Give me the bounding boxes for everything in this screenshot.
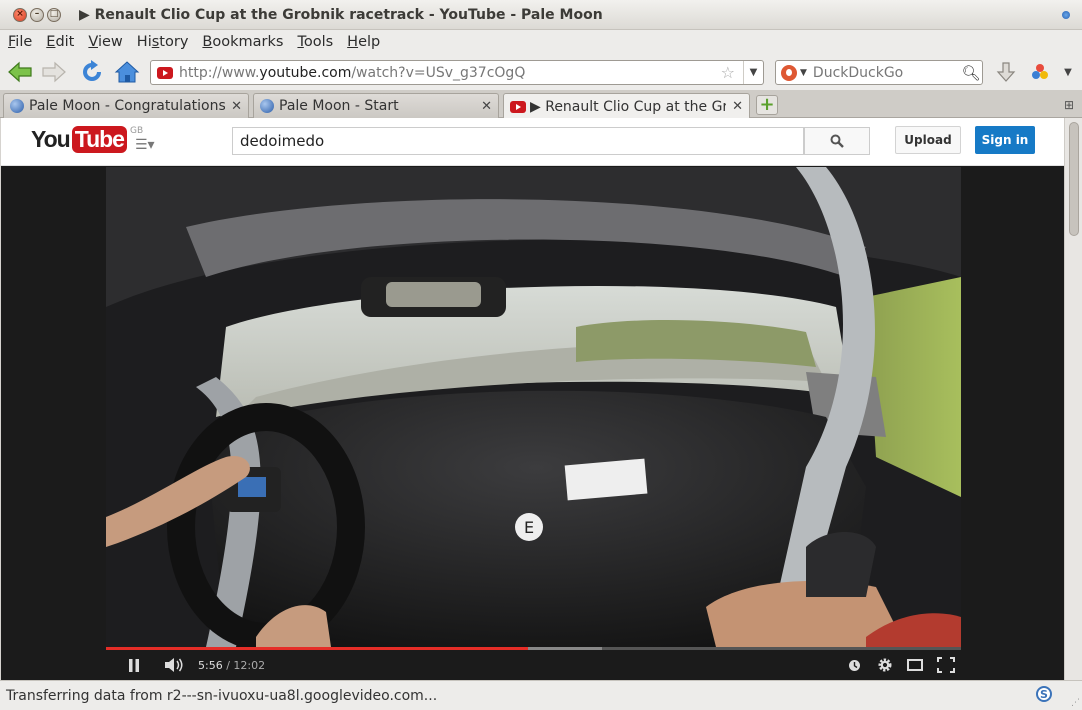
youtube-favicon-icon: [157, 66, 173, 79]
youtube-logo[interactable]: You Tube GB: [31, 126, 143, 153]
video-player[interactable]: E 5:56 / 12:02: [106, 167, 961, 680]
window-close-button[interactable]: ×: [13, 7, 27, 22]
gear-icon: [878, 658, 892, 672]
settings-button[interactable]: [876, 657, 894, 673]
fullscreen-icon: [937, 657, 955, 673]
tab-close-icon[interactable]: ✕: [231, 99, 242, 114]
menu-view[interactable]: View: [88, 34, 122, 50]
menu-tools[interactable]: Tools: [297, 34, 333, 50]
clock-icon: [848, 659, 860, 671]
logo-tube-text: Tube: [71, 126, 127, 153]
window-titlebar: × – □ ▶ Renault Clio Cup at the Grobnik …: [0, 0, 1082, 30]
youtube-search-button[interactable]: [804, 127, 870, 155]
downloads-button[interactable]: [994, 59, 1018, 85]
forward-button[interactable]: [40, 59, 68, 85]
tab-label: ▶ Renault Clio Cup at the Gr...: [530, 98, 727, 115]
window-title: ▶ Renault Clio Cup at the Grobnik racetr…: [79, 6, 603, 23]
url-prefix: http://www.: [179, 64, 260, 81]
video-frame[interactable]: E: [106, 167, 961, 647]
search-bar[interactable]: ▼ DuckDuckGo 🔍︎: [775, 60, 983, 85]
download-arrow-icon: [996, 62, 1016, 82]
vertical-scrollbar[interactable]: [1064, 118, 1082, 680]
new-tab-button[interactable]: +: [756, 95, 778, 115]
tab-close-icon[interactable]: ✕: [481, 99, 492, 114]
player-controls: 5:56 / 12:02: [106, 650, 961, 680]
search-icon: [830, 134, 844, 148]
page-content: You Tube GB ☰▾ dedoimedo Upload Sign in: [1, 118, 1064, 680]
reload-button[interactable]: [78, 59, 106, 85]
duckduckgo-icon[interactable]: [781, 64, 797, 81]
time-separator: /: [222, 658, 234, 672]
menu-bookmarks[interactable]: Bookmarks: [202, 34, 283, 50]
menu-help[interactable]: Help: [347, 34, 380, 50]
url-domain: youtube.com: [259, 64, 352, 81]
search-go-icon[interactable]: 🔍︎: [960, 64, 982, 82]
plus-icon: +: [759, 94, 775, 115]
time-display: 5:56 / 12:02: [198, 659, 265, 672]
window-minimize-button[interactable]: –: [30, 7, 44, 22]
address-dropdown-button[interactable]: ▼: [743, 61, 763, 84]
puzzle-icon: [1032, 64, 1048, 79]
scrollbar-thumb[interactable]: [1069, 122, 1079, 236]
tab-renault-clio-cup[interactable]: ▶ Renault Clio Cup at the Gr... ✕: [503, 93, 750, 119]
reload-icon: [83, 60, 101, 81]
duration: 12:02: [233, 658, 266, 672]
search-engine-dropdown-icon[interactable]: ▼: [800, 68, 807, 78]
watch-later-button[interactable]: [846, 659, 862, 672]
guide-menu-icon[interactable]: ☰▾: [135, 137, 155, 153]
volume-icon: [165, 658, 183, 672]
current-time: 5:56: [198, 658, 223, 672]
forward-arrow-icon: [42, 61, 66, 83]
youtube-header: You Tube GB ☰▾ dedoimedo Upload Sign in: [1, 118, 1064, 166]
youtube-favicon-icon: [510, 100, 526, 113]
tab-close-icon[interactable]: ✕: [732, 99, 743, 114]
toolbar-menu-button[interactable]: ▼: [1058, 59, 1078, 85]
pause-icon: [129, 658, 139, 672]
upload-button[interactable]: Upload: [895, 126, 961, 154]
theater-icon: [907, 659, 923, 671]
address-text[interactable]: http://www.youtube.com/watch?v=USv_g37cO…: [179, 65, 721, 81]
menu-file[interactable]: File: [8, 34, 32, 50]
theater-mode-button[interactable]: [906, 659, 924, 671]
menu-edit[interactable]: Edit: [46, 34, 74, 50]
pause-button[interactable]: [126, 658, 142, 672]
tab-pale-moon-congratulations[interactable]: Pale Moon - Congratulations ✕: [3, 93, 249, 118]
tab-strip: Pale Moon - Congratulations ✕ Pale Moon …: [0, 90, 1082, 119]
tab-list-icon[interactable]: ⊞: [1064, 98, 1074, 112]
back-arrow-icon: [8, 61, 32, 83]
home-icon: [114, 61, 140, 83]
search-input[interactable]: DuckDuckGo: [813, 65, 960, 81]
home-button[interactable]: [112, 59, 142, 85]
status-text: Transferring data from r2---sn-ivuoxu-ua…: [6, 687, 438, 704]
youtube-search-input[interactable]: dedoimedo: [232, 127, 804, 155]
tab-label: Pale Moon - Start: [279, 98, 399, 114]
addons-button[interactable]: [1028, 59, 1052, 85]
bookmark-star-icon[interactable]: ☆: [721, 63, 735, 82]
sign-in-button[interactable]: Sign in: [975, 126, 1035, 154]
globe-icon: [10, 99, 24, 113]
url-path: /watch?v=USv_g37cOgQ: [351, 64, 526, 81]
window-controls: × – □: [13, 7, 61, 22]
window-indicator-icon: [1062, 11, 1070, 19]
status-bar: Transferring data from r2---sn-ivuoxu-ua…: [0, 680, 1082, 710]
svg-text:E: E: [524, 518, 534, 537]
globe-icon: [260, 99, 274, 113]
resize-grip-icon[interactable]: ⋰: [1071, 698, 1080, 708]
menu-bar: File Edit View History Bookmarks Tools H…: [0, 30, 1082, 54]
back-button[interactable]: [6, 59, 34, 85]
region-code: GB: [129, 126, 144, 136]
sync-status-icon[interactable]: S: [1036, 686, 1052, 702]
address-bar[interactable]: http://www.youtube.com/watch?v=USv_g37cO…: [150, 60, 764, 85]
video-thumbnail: E: [106, 167, 961, 647]
menu-history[interactable]: History: [137, 34, 189, 50]
tab-pale-moon-start[interactable]: Pale Moon - Start ✕: [253, 93, 499, 118]
tab-label: Pale Moon - Congratulations: [29, 98, 226, 114]
logo-you-text: You: [31, 126, 71, 152]
fullscreen-button[interactable]: [936, 657, 956, 673]
window-maximize-button[interactable]: □: [47, 7, 61, 22]
volume-button[interactable]: [164, 658, 186, 672]
